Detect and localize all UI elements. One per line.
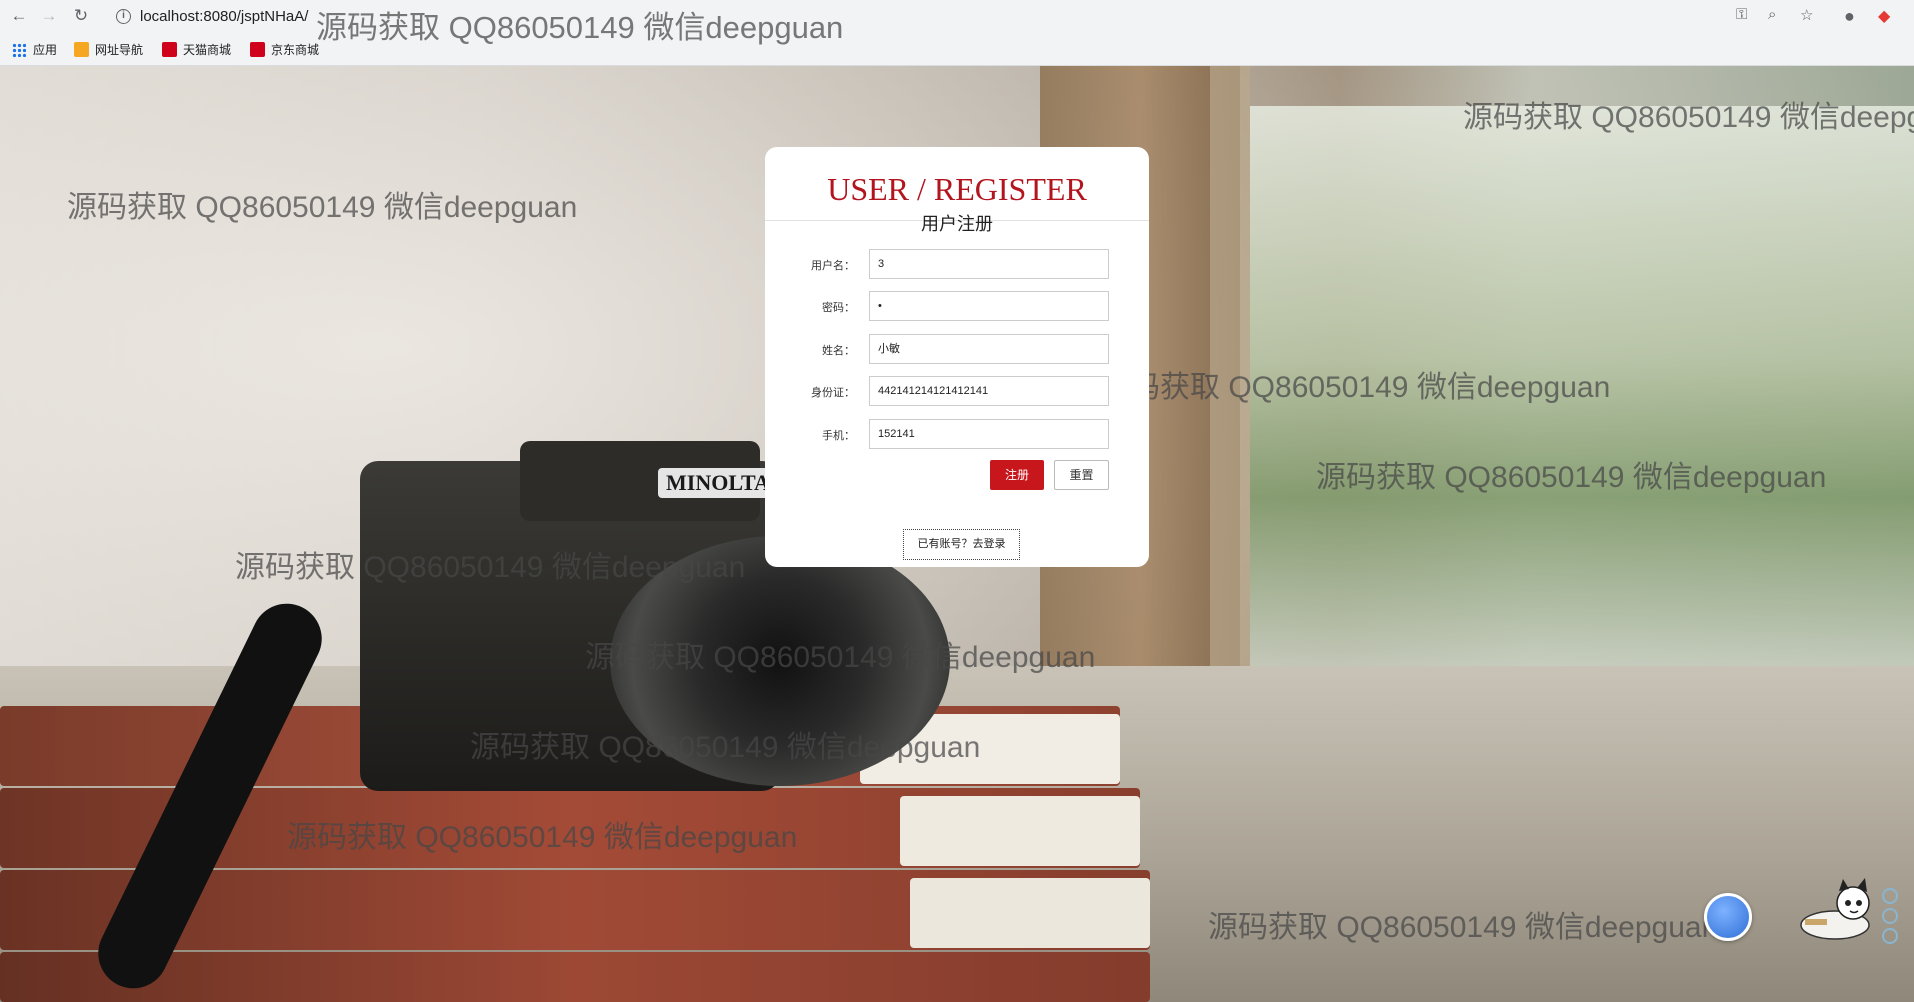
register-button[interactable]: 注册 bbox=[990, 460, 1044, 490]
side-tool-icons[interactable] bbox=[1882, 888, 1904, 948]
tmall-icon bbox=[162, 42, 177, 57]
bookmarks-bar: 应用 网址导航 天猫商城 京东商城 bbox=[0, 34, 1914, 66]
bookmark-nav[interactable]: 网址导航 bbox=[74, 41, 143, 59]
id-card-label: 身份证： bbox=[811, 387, 855, 399]
phone-input[interactable]: 152141 bbox=[869, 419, 1109, 449]
star-folder-icon bbox=[74, 42, 89, 57]
username-label: 用户名： bbox=[811, 260, 855, 272]
back-arrow-icon[interactable]: ← bbox=[8, 5, 30, 27]
go-login-link[interactable]: 已有账号？去登录 bbox=[903, 529, 1020, 560]
key-icon[interactable]: ⚿ bbox=[1736, 6, 1747, 23]
floating-ball-icon[interactable] bbox=[1704, 893, 1752, 941]
register-subtitle: 用户注册 bbox=[921, 214, 993, 234]
profile-avatar-icon[interactable]: ● bbox=[1844, 6, 1855, 27]
browser-right-icons: ⚿ ⌕ ☆ ● ◆ bbox=[1734, 4, 1914, 30]
apps-grid-icon bbox=[12, 43, 26, 57]
browser-address-bar: ← → ↻ i localhost:8080/jsptNHaA/ ⚿ ⌕ ☆ ●… bbox=[0, 0, 1914, 34]
bookmark-tmall[interactable]: 天猫商城 bbox=[162, 41, 231, 59]
bookmark-apps[interactable]: 应用 bbox=[12, 41, 57, 59]
zoom-icon[interactable]: ⌕ bbox=[1768, 6, 1776, 23]
name-label: 姓名： bbox=[822, 345, 855, 357]
forward-arrow-icon[interactable]: → bbox=[38, 5, 60, 27]
phone-label: 手机： bbox=[822, 430, 855, 442]
bookmark-star-icon[interactable]: ☆ bbox=[1800, 6, 1813, 24]
reload-icon[interactable]: ↻ bbox=[70, 5, 92, 27]
register-title: USER / REGISTER bbox=[827, 171, 1087, 207]
cat-mascot-icon[interactable] bbox=[1795, 875, 1890, 945]
reset-button[interactable]: 重置 bbox=[1054, 460, 1109, 490]
password-input[interactable]: • bbox=[869, 291, 1109, 321]
extension-icon[interactable]: ◆ bbox=[1878, 6, 1890, 26]
name-input[interactable]: 小敏 bbox=[869, 334, 1109, 364]
jd-icon bbox=[250, 42, 265, 57]
username-input[interactable]: 3 bbox=[869, 249, 1109, 279]
register-card: USER / REGISTER 用户注册 用户名： 3 密码： • 姓名： 小敏… bbox=[765, 147, 1149, 567]
bookmark-jd[interactable]: 京东商城 bbox=[250, 41, 319, 59]
password-label: 密码： bbox=[822, 302, 855, 314]
url-field[interactable]: i localhost:8080/jsptNHaA/ bbox=[106, 4, 1846, 30]
id-card-input[interactable]: 442141214121412141 bbox=[869, 376, 1109, 406]
url-text: localhost:8080/jsptNHaA/ bbox=[140, 8, 309, 25]
info-icon[interactable]: i bbox=[116, 9, 131, 24]
